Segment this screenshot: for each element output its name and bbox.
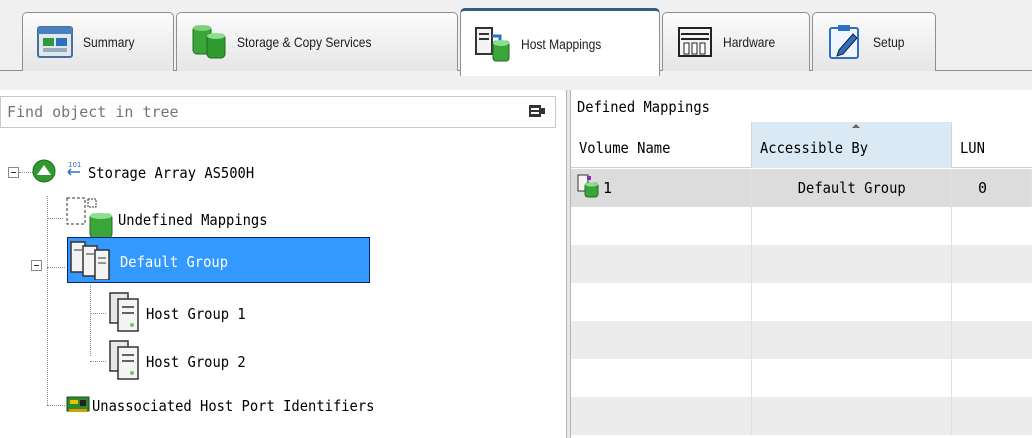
object-tree-panel: 101 Storage Array AS500H Undefined Mappi…: [0, 90, 566, 438]
column-header-volume-name[interactable]: Volume Name: [571, 122, 752, 168]
tree-item-label: Undefined Mappings: [118, 211, 268, 229]
tree-item-unassociated-host-port-identifiers[interactable]: Unassociated Host Port Identifiers: [66, 394, 399, 418]
cell-accessible-by: Default Group: [752, 169, 952, 207]
default-group-icon: [70, 240, 120, 284]
collapse-toggle[interactable]: [31, 260, 42, 271]
empty-table-row: [571, 397, 1032, 435]
sort-ascending-icon: [851, 124, 860, 128]
tree-line: [90, 313, 106, 314]
host-mappings-icon: [473, 24, 513, 64]
empty-table-row: [571, 207, 1032, 245]
tab-label: Setup: [873, 34, 905, 50]
tree-line: [47, 267, 65, 268]
tree-line: [90, 361, 106, 362]
collapse-toggle[interactable]: [8, 167, 19, 178]
tree-item-label: Host Group 2: [146, 353, 246, 371]
tree-item-label: Unassociated Host Port Identifiers: [92, 397, 375, 415]
empty-table-row: [571, 359, 1032, 397]
tab-strip: Summary Storage & Copy Services Host Map: [0, 0, 1032, 90]
tab-label: Storage & Copy Services: [237, 34, 372, 50]
tree-line: [47, 405, 65, 406]
cell-volume-name: 1: [571, 169, 752, 207]
setup-icon: [825, 22, 865, 62]
find-options-icon[interactable]: [528, 103, 546, 119]
panel-title: Defined Mappings: [577, 98, 710, 116]
host-group-icon: [106, 290, 146, 338]
storage-array-icon: 101: [32, 158, 88, 188]
summary-icon: [35, 22, 75, 62]
volume-icon: [577, 174, 599, 202]
find-object-input[interactable]: [0, 96, 556, 128]
tree-item-label: Default Group: [120, 253, 229, 271]
defined-mappings-panel: Defined Mappings Volume Name Accessible …: [571, 90, 1032, 438]
host-port-card-icon: [66, 394, 90, 418]
tree-line: [19, 172, 33, 173]
table-row[interactable]: 1 Default Group 0: [571, 169, 1032, 207]
empty-table-row: [571, 321, 1032, 359]
tab-summary[interactable]: Summary: [22, 12, 174, 71]
tree-line: [47, 218, 63, 219]
tree-item-label: Host Group 1: [146, 305, 246, 323]
tree-line: [90, 285, 91, 356]
hardware-icon: [675, 22, 715, 62]
column-header-lun[interactable]: LUN: [952, 122, 1032, 168]
svg-text:101: 101: [68, 161, 81, 169]
empty-table-row: [571, 283, 1032, 321]
tree-item-host-group-1[interactable]: Host Group 1: [106, 290, 254, 338]
host-group-icon: [106, 338, 146, 386]
tab-hardware[interactable]: Hardware: [662, 12, 810, 71]
empty-table-row: [571, 245, 1032, 283]
storage-icon: [189, 22, 229, 62]
tree-item-host-group-2[interactable]: Host Group 2: [106, 338, 254, 386]
tree-root-storage-array[interactable]: 101 Storage Array AS500H: [32, 158, 269, 188]
cell-lun: 0: [952, 169, 1032, 207]
column-header-accessible-by[interactable]: Accessible By: [752, 122, 952, 168]
tab-label: Hardware: [723, 34, 776, 50]
tab-label: Host Mappings: [521, 35, 602, 52]
tab-setup[interactable]: Setup: [812, 12, 936, 71]
tab-label: Summary: [83, 34, 135, 50]
tree-line: [47, 196, 48, 405]
tree-root-label: Storage Array AS500H: [88, 164, 255, 182]
tab-host-mappings[interactable]: Host Mappings: [460, 8, 660, 76]
tree-item-default-group[interactable]: Default Group: [70, 240, 237, 284]
table-header: Volume Name Accessible By LUN: [571, 122, 1032, 168]
tab-storage-copy-services[interactable]: Storage & Copy Services: [176, 12, 458, 71]
